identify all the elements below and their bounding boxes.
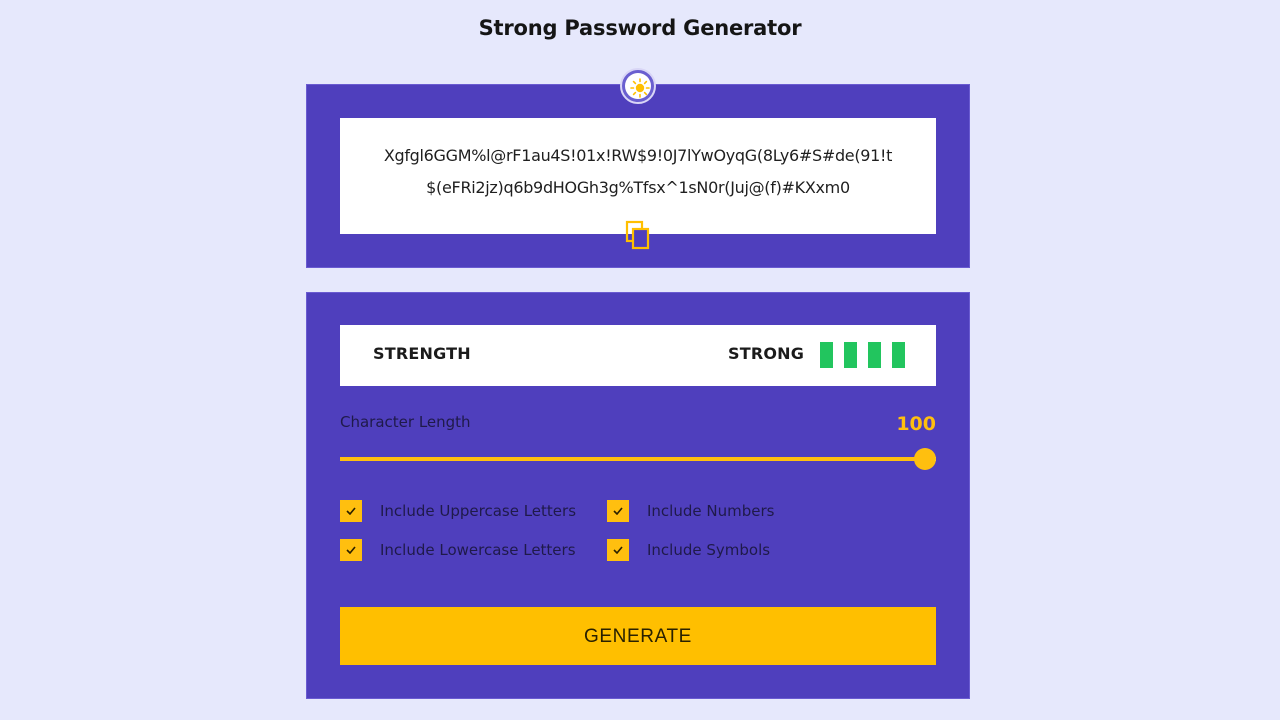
generate-button[interactable]: GENERATE bbox=[340, 607, 936, 665]
slider-fill bbox=[340, 457, 925, 461]
numbers-label: Include Numbers bbox=[647, 502, 775, 520]
theme-toggle-button[interactable] bbox=[620, 68, 656, 104]
strength-bars bbox=[820, 342, 905, 368]
character-length-label: Character Length bbox=[340, 413, 471, 431]
page-title: Strong Password Generator bbox=[478, 16, 802, 40]
copy-button[interactable] bbox=[625, 220, 653, 254]
option-uppercase[interactable]: Include Uppercase Letters bbox=[340, 500, 576, 522]
password-panel: Xgfgl6GGM%l@rF1au4S!01x!RW$9!0J7lYwOyqG(… bbox=[306, 84, 970, 268]
uppercase-label: Include Uppercase Letters bbox=[380, 502, 577, 520]
strength-indicator: STRENGTH STRONG bbox=[340, 325, 936, 386]
password-text: Xgfgl6GGM%l@rF1au4S!01x!RW$9!0J7lYwOyqG(… bbox=[383, 146, 893, 197]
lowercase-label: Include Lowercase Letters bbox=[380, 541, 576, 559]
strength-bar bbox=[892, 342, 905, 368]
numbers-checkbox[interactable] bbox=[607, 500, 629, 522]
character-length-value: 100 bbox=[896, 413, 936, 435]
strength-label: STRENGTH bbox=[373, 344, 471, 363]
strength-bar bbox=[868, 342, 881, 368]
password-display[interactable]: Xgfgl6GGM%l@rF1au4S!01x!RW$9!0J7lYwOyqG(… bbox=[340, 118, 936, 234]
option-lowercase[interactable]: Include Lowercase Letters bbox=[340, 539, 576, 561]
symbols-checkbox[interactable] bbox=[607, 539, 629, 561]
check-icon bbox=[613, 507, 623, 515]
character-length-slider[interactable] bbox=[340, 448, 936, 470]
strength-value: STRONG bbox=[728, 344, 805, 363]
strength-bar bbox=[844, 342, 857, 368]
check-icon bbox=[613, 546, 623, 554]
lowercase-checkbox[interactable] bbox=[340, 539, 362, 561]
check-icon bbox=[346, 546, 356, 554]
settings-panel: STRENGTH STRONG Character Length 100 Inc… bbox=[306, 292, 970, 699]
sun-icon bbox=[630, 78, 650, 98]
slider-thumb[interactable] bbox=[914, 448, 936, 470]
copy-icon bbox=[625, 220, 650, 250]
check-icon bbox=[346, 507, 356, 515]
strength-bar bbox=[820, 342, 833, 368]
option-symbols[interactable]: Include Symbols bbox=[607, 539, 770, 561]
uppercase-checkbox[interactable] bbox=[340, 500, 362, 522]
option-numbers[interactable]: Include Numbers bbox=[607, 500, 774, 522]
symbols-label: Include Symbols bbox=[647, 541, 771, 559]
